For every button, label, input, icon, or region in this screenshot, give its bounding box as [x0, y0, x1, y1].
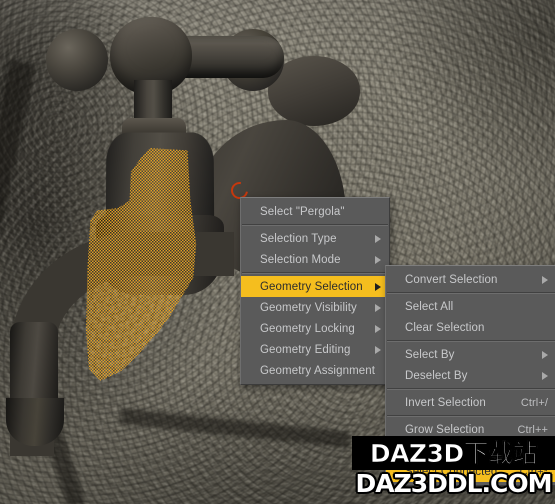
chevron-right-icon: [375, 324, 381, 333]
submenu-item-4[interactable]: Deselect By: [386, 365, 555, 386]
submenu-item-shortcut: Ctrl+/: [520, 396, 548, 409]
submenu-item-5[interactable]: Invert Selection Ctrl+/: [386, 392, 555, 413]
geometry-selection-submenu[interactable]: Convert Selection Select All Clear Selecti…: [385, 265, 555, 486]
context-menu-item-label: Selection Mode: [260, 253, 341, 266]
submenu-item-label: Grow Selection: [405, 423, 485, 436]
context-menu-item-4[interactable]: Geometry Visibility: [241, 297, 389, 318]
faucet-handle-knob-left: [46, 29, 108, 91]
submenu-item-shortcut: Ctrl++: [517, 423, 548, 436]
context-menu-separator: [242, 224, 388, 226]
submenu-item-label: Deselect By: [405, 369, 468, 382]
application-window: Select "Pergola" Selection Type Selection …: [0, 0, 555, 504]
context-menu-separator: [242, 272, 388, 274]
chevron-right-icon: [542, 350, 548, 359]
submenu-item-label: Invert Selection: [405, 396, 486, 409]
submenu-item-shortcut: Ctrl+-: [520, 444, 548, 457]
submenu-item-label: Shrink Selection: [405, 444, 490, 457]
context-menu-item-label: Geometry Visibility: [260, 301, 357, 314]
context-menu-item-5[interactable]: Geometry Locking: [241, 318, 389, 339]
context-menu-item-label: Geometry Assignment: [260, 364, 376, 377]
context-menu-item-label: Geometry Editing: [260, 343, 351, 356]
submenu-item-8[interactable]: Select Connected Ctrl+*: [386, 461, 555, 482]
context-menu-item-label: Geometry Locking: [260, 322, 355, 335]
submenu-item-label: Select By: [405, 348, 455, 361]
faucet-spout-tip: [6, 398, 64, 446]
submenu-item-label: Select All: [405, 300, 454, 313]
submenu-separator: [387, 415, 555, 417]
chevron-right-icon: [375, 234, 381, 243]
submenu-item-label: Convert Selection: [405, 273, 498, 286]
chevron-right-icon: [542, 275, 548, 284]
chevron-right-icon: [375, 303, 381, 312]
context-menu[interactable]: Select "Pergola" Selection Type Selection …: [240, 197, 392, 385]
context-menu-item-0[interactable]: Select "Pergola": [241, 201, 389, 222]
submenu-item-1[interactable]: Select All: [386, 296, 555, 317]
context-menu-item-1[interactable]: Selection Type: [241, 228, 389, 249]
context-menu-item-3[interactable]: Geometry Selection: [241, 276, 389, 297]
submenu-item-shortcut: Ctrl+*: [519, 465, 548, 478]
chevron-right-icon: [375, 255, 381, 264]
submenu-item-label: Clear Selection: [405, 321, 485, 334]
submenu-item-7[interactable]: Shrink Selection Ctrl+-: [386, 440, 555, 461]
submenu-item-0[interactable]: Convert Selection: [386, 269, 555, 290]
chevron-right-icon: [375, 282, 381, 291]
context-menu-item-label: Selection Type: [260, 232, 337, 245]
context-menu-item-2[interactable]: Selection Mode: [241, 249, 389, 270]
context-menu-item-label: Geometry Selection: [260, 280, 363, 293]
submenu-item-label: Select Connected: [405, 465, 498, 478]
chevron-right-icon: [542, 371, 548, 380]
chevron-right-icon: [375, 345, 381, 354]
submenu-item-3[interactable]: Select By: [386, 344, 555, 365]
submenu-item-6[interactable]: Grow Selection Ctrl++: [386, 419, 555, 440]
context-menu-item-label: Select "Pergola": [260, 205, 345, 218]
submenu-separator: [387, 340, 555, 342]
submenu-separator: [387, 292, 555, 294]
submenu-separator: [387, 388, 555, 390]
context-menu-item-7[interactable]: Geometry Assignment: [241, 360, 392, 381]
submenu-item-2[interactable]: Clear Selection: [386, 317, 555, 338]
context-menu-item-6[interactable]: Geometry Editing: [241, 339, 389, 360]
